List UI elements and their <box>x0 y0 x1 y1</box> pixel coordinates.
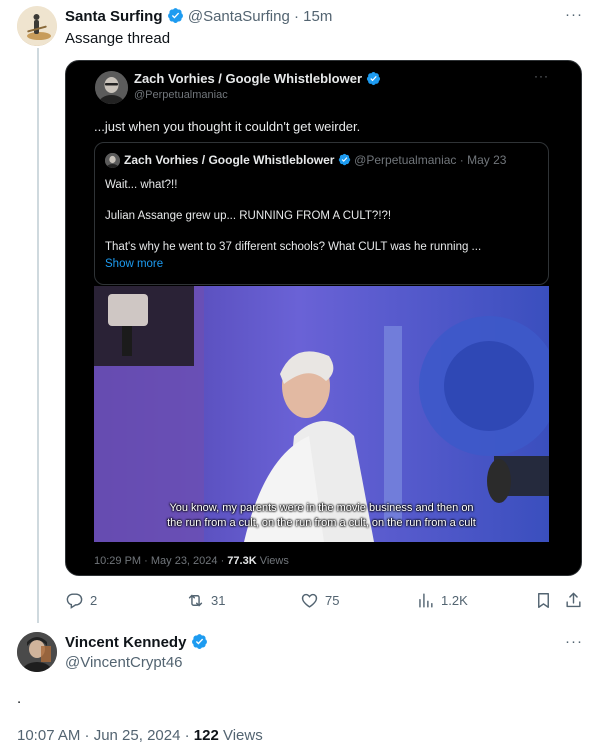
santa-surfing-avatar[interactable] <box>17 6 57 46</box>
reply-tweet-meta: 10:07 AM · Jun 25, 2024 · 122 Views <box>17 727 263 744</box>
embedded-footer-views-count: 77.3K <box>227 555 257 567</box>
share-button[interactable] <box>564 591 583 610</box>
like-button[interactable]: 75 <box>300 591 339 610</box>
embedded-tweet-text: ...just when you thought it couldn't get… <box>94 119 361 134</box>
quoted-tweet-box[interactable]: Zach Vorhies / Google Whistleblower @Per… <box>94 142 549 285</box>
embedded-author-handle[interactable]: @Perpetualmaniac <box>134 89 228 101</box>
like-count: 75 <box>325 593 340 608</box>
verified-badge-icon <box>338 153 351 166</box>
quoted-line-2: Julian Assange grew up... RUNNING FROM A… <box>105 210 392 222</box>
embedded-footer-views-label: Views <box>256 555 289 567</box>
surfer-avatar-image <box>17 6 57 46</box>
reply-tweet-text: . <box>17 690 22 707</box>
thread-line <box>37 48 39 623</box>
retweet-icon <box>188 594 203 607</box>
verified-badge-icon <box>167 8 183 23</box>
views-chart-icon <box>419 593 433 608</box>
reply-tweet-header: Vincent Kennedy <box>65 633 208 651</box>
views-count: 1.2K <box>441 593 468 608</box>
zach-avatar[interactable] <box>95 71 128 104</box>
zach-avatar-image <box>95 71 128 104</box>
quoted-avatar-image <box>105 153 120 168</box>
reply-count: 2 <box>90 593 98 608</box>
vincent-avatar-image <box>17 632 57 672</box>
top-tweet-author-handle[interactable]: @SantaSurfing <box>188 8 290 25</box>
retweet-button[interactable]: 31 <box>186 591 225 610</box>
top-tweet-more-icon[interactable]: ··· <box>565 6 583 23</box>
reply-timestamp[interactable]: 10:07 AM · Jun 25, 2024 · <box>17 727 194 744</box>
top-tweet-time[interactable]: · 15m <box>294 8 332 25</box>
reply-button[interactable]: 2 <box>65 591 97 610</box>
embedded-author-name[interactable]: Zach Vorhies / Google Whistleblower <box>134 71 362 86</box>
heart-icon <box>301 593 318 608</box>
reply-author-name[interactable]: Vincent Kennedy <box>65 634 186 651</box>
bookmark-button[interactable] <box>534 591 553 610</box>
show-more-link[interactable]: Show more <box>105 258 163 270</box>
embedded-tweet-card[interactable]: Zach Vorhies / Google Whistleblower @Per… <box>65 60 582 576</box>
quoted-line-1: Wait... what?!! <box>105 179 178 191</box>
top-tweet-author-name[interactable]: Santa Surfing <box>65 8 163 25</box>
embedded-tweet-footer: 10:29 PM · May 23, 2024 · 77.3K Views <box>94 555 289 567</box>
reply-views-label: Views <box>218 727 263 744</box>
video-caption-line-1: You know, my parents were in the movie b… <box>169 502 474 514</box>
quoted-tweet-header: Zach Vorhies / Google Whistleblower @Per… <box>124 153 506 167</box>
quoted-tweet-date[interactable]: · May 23 <box>460 153 507 167</box>
embedded-tweet-header: Zach Vorhies / Google Whistleblower <box>134 71 381 86</box>
quoted-line-3: That's why he went to 37 different schoo… <box>105 241 482 253</box>
retweet-count: 31 <box>211 593 226 608</box>
quoted-author-name[interactable]: Zach Vorhies / Google Whistleblower <box>124 153 334 167</box>
verified-badge-icon <box>366 71 380 86</box>
reply-tweet-more-icon[interactable]: ··· <box>565 633 583 650</box>
bookmark-icon <box>538 593 549 608</box>
embedded-more-icon[interactable]: ··· <box>534 69 549 83</box>
reply-author-handle[interactable]: @VincentCrypt46 <box>65 654 183 671</box>
top-tweet-header: Santa Surfing @SantaSurfing · 15m <box>65 7 332 25</box>
reply-views-count: 122 <box>193 727 219 744</box>
quoted-author-avatar <box>105 153 120 168</box>
vincent-kennedy-avatar[interactable] <box>17 632 57 672</box>
video-player[interactable]: You know, my parents were in the movie b… <box>94 286 549 542</box>
top-tweet-text: Assange thread <box>65 30 171 47</box>
video-caption-line-2: the run from a cult, on the run from a c… <box>167 517 476 529</box>
verified-badge-icon <box>191 634 207 649</box>
views-button[interactable]: 1.2K <box>416 591 468 610</box>
quoted-author-handle[interactable]: @Perpetualmaniac <box>354 153 456 167</box>
reply-icon <box>66 593 83 609</box>
embedded-footer-time[interactable]: 10:29 PM · May 23, 2024 · <box>94 555 227 567</box>
share-icon <box>566 592 581 608</box>
